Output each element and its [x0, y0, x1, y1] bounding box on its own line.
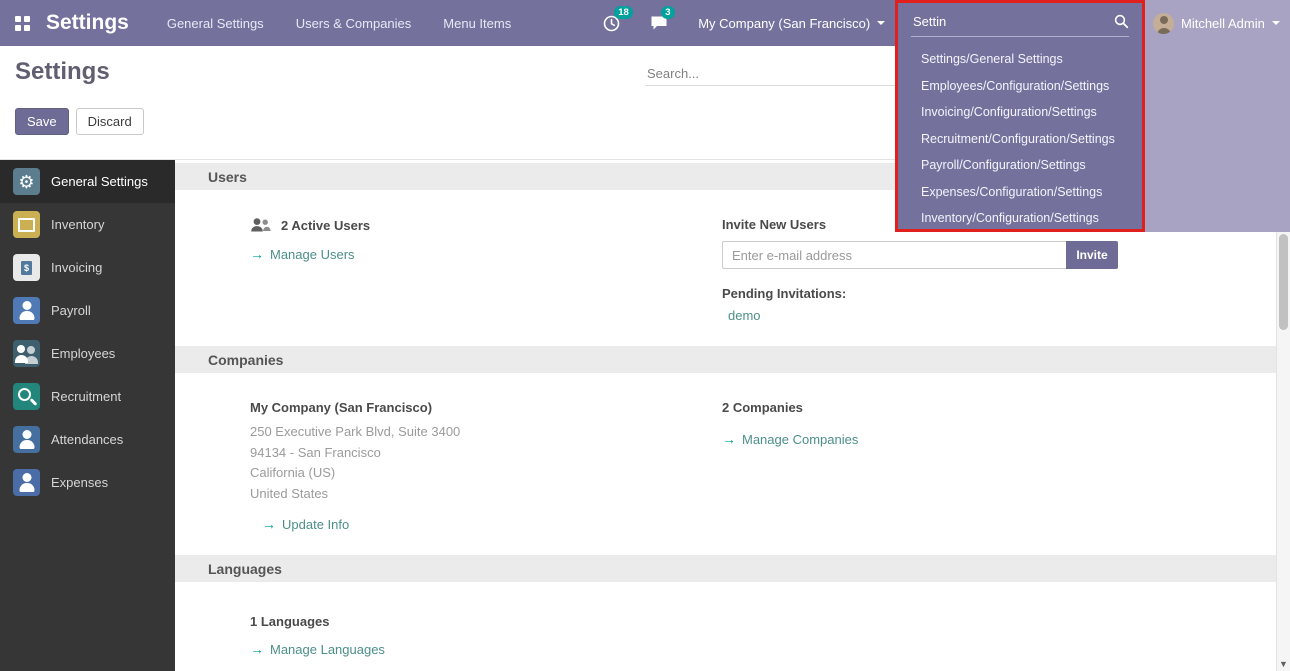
pending-invitations-label: Pending Invitations: — [722, 286, 1118, 301]
sidebar-item-label: Employees — [51, 346, 115, 361]
page-title: Settings — [15, 58, 110, 86]
settings-sidebar: General Settings Inventory Invoicing Pay… — [0, 160, 175, 671]
attendances-icon — [13, 426, 40, 453]
invite-row: Invite — [722, 241, 1118, 269]
section-header-companies: Companies — [175, 346, 1276, 373]
menu-search-dropdown: Settings/General Settings Employees/Conf… — [895, 0, 1145, 232]
sidebar-item-inventory[interactable]: Inventory — [0, 203, 175, 246]
discard-button[interactable]: Discard — [76, 108, 144, 135]
nav-item-menu-items[interactable]: Menu Items — [443, 16, 511, 31]
search-result[interactable]: Employees/Configuration/Settings — [898, 73, 1142, 100]
app-title[interactable]: Settings — [46, 11, 129, 35]
search-result[interactable]: Expenses/Configuration/Settings — [898, 179, 1142, 206]
recruitment-icon — [13, 383, 40, 410]
nav-item-users-companies[interactable]: Users & Companies — [296, 16, 412, 31]
apps-menu-icon[interactable] — [0, 0, 44, 46]
menu-search-results: Settings/General Settings Employees/Conf… — [898, 46, 1142, 232]
systray: 18 3 My Company (San Francisco) — [603, 15, 885, 32]
invoicing-icon — [13, 254, 40, 281]
company-address: 250 Executive Park Blvd, Suite 3400 9413… — [250, 422, 722, 504]
languages-section: 1 Languages Manage Languages — [175, 582, 1276, 659]
employees-icon — [13, 340, 40, 367]
active-users-count: 2 Active Users — [281, 218, 370, 233]
search-result[interactable]: Inventory/Configuration/Settings — [898, 205, 1142, 232]
chevron-down-icon — [877, 21, 885, 29]
languages-count: 1 Languages — [250, 614, 1276, 629]
search-result[interactable]: Payroll/Configuration/Settings — [898, 152, 1142, 179]
section-header-languages: Languages — [175, 555, 1276, 582]
activities-badge: 18 — [614, 6, 633, 19]
control-panel-buttons: Save Discard — [15, 108, 144, 135]
menu-search-input[interactable] — [911, 13, 1114, 30]
sidebar-item-employees[interactable]: Employees — [0, 332, 175, 375]
inventory-icon — [13, 211, 40, 238]
manage-companies-link[interactable]: Manage Companies — [722, 431, 858, 447]
sidebar-item-label: Invoicing — [51, 260, 102, 275]
search-result[interactable]: Invoicing/Configuration/Settings — [898, 99, 1142, 126]
scroll-down-arrow-icon[interactable] — [1277, 659, 1290, 669]
sidebar-item-label: Recruitment — [51, 389, 121, 404]
sidebar-item-label: General Settings — [51, 174, 148, 189]
sidebar-item-recruitment[interactable]: Recruitment — [0, 375, 175, 418]
user-menu-area: Mitchell Admin — [1145, 0, 1290, 232]
invite-email-input[interactable] — [722, 241, 1066, 269]
company-name: My Company (San Francisco) — [250, 400, 722, 415]
arrow-right-icon — [262, 516, 276, 532]
expenses-icon — [13, 469, 40, 496]
avatar — [1153, 13, 1174, 34]
sidebar-item-invoicing[interactable]: Invoicing — [0, 246, 175, 289]
sidebar-item-label: Attendances — [51, 432, 123, 447]
companies-section: My Company (San Francisco) 250 Executive… — [175, 373, 1276, 555]
user-menu[interactable]: Mitchell Admin — [1145, 0, 1290, 46]
messages-button[interactable]: 3 — [650, 15, 668, 31]
sidebar-item-expenses[interactable]: Expenses — [0, 461, 175, 504]
save-button[interactable]: Save — [15, 108, 69, 135]
company-menu-label: My Company (San Francisco) — [698, 16, 870, 31]
vertical-scrollbar[interactable] — [1276, 160, 1290, 671]
sidebar-item-label: Inventory — [51, 217, 104, 232]
grid-icon — [15, 16, 30, 31]
sidebar-item-label: Expenses — [51, 475, 108, 490]
sidebar-item-general-settings[interactable]: General Settings — [0, 160, 175, 203]
general-settings-icon — [13, 168, 40, 195]
manage-languages-link[interactable]: Manage Languages — [250, 641, 385, 657]
activities-button[interactable]: 18 — [603, 15, 620, 32]
companies-count: 2 Companies — [722, 400, 1118, 415]
search-result[interactable]: Settings/General Settings — [898, 46, 1142, 73]
manage-users-link[interactable]: Manage Users — [250, 246, 355, 262]
arrow-right-icon — [250, 246, 264, 262]
sidebar-item-attendances[interactable]: Attendances — [0, 418, 175, 461]
settings-content: Users 2 Active Users Manage Users Invite… — [175, 160, 1276, 671]
arrow-right-icon — [722, 431, 736, 447]
users-icon — [250, 217, 271, 233]
search-icon[interactable] — [1114, 14, 1129, 29]
arrow-right-icon — [250, 641, 264, 657]
sidebar-item-label: Payroll — [51, 303, 91, 318]
nav-item-general-settings[interactable]: General Settings — [167, 16, 264, 31]
scrollbar-thumb[interactable] — [1279, 234, 1288, 330]
search-result[interactable]: Recruitment/Configuration/Settings — [898, 126, 1142, 153]
company-menu[interactable]: My Company (San Francisco) — [698, 16, 885, 31]
user-menu-label: Mitchell Admin — [1181, 16, 1265, 31]
messages-badge: 3 — [661, 6, 674, 19]
invite-button[interactable]: Invite — [1066, 241, 1118, 269]
menu-search-row — [911, 13, 1129, 37]
payroll-icon — [13, 297, 40, 324]
update-info-link[interactable]: Update Info — [262, 516, 349, 532]
chevron-down-icon — [1272, 21, 1280, 29]
navbar-menus: General Settings Users & Companies Menu … — [167, 16, 511, 31]
sidebar-item-payroll[interactable]: Payroll — [0, 289, 175, 332]
pending-user-link[interactable]: demo — [728, 308, 761, 323]
